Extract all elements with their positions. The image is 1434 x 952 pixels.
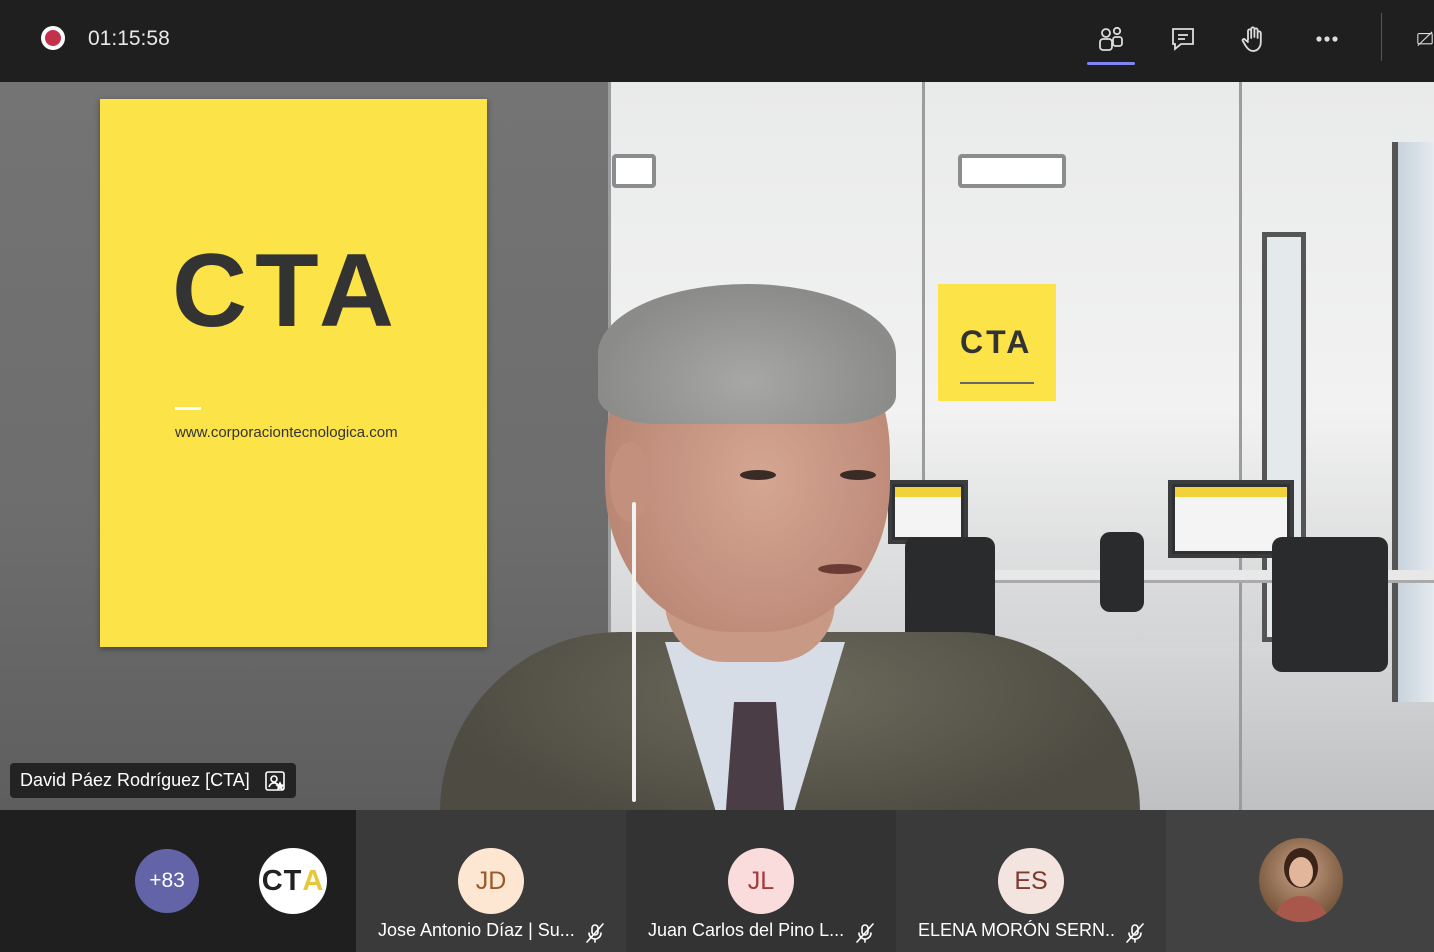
participant-name: Juan Carlos del Pino L... (648, 920, 844, 940)
toolbar-divider (1381, 13, 1382, 61)
office-window (1392, 142, 1434, 702)
participant-avatar: JL (728, 848, 794, 914)
people-icon (1099, 26, 1123, 51)
main-video-feed[interactable]: CTA CTA www.corporaciontecnologica.com D… (0, 82, 1434, 810)
chat-button[interactable] (1159, 20, 1207, 58)
recording-indicator-icon (41, 26, 65, 50)
ceiling-light (612, 154, 656, 188)
office-chair (1272, 537, 1388, 672)
more-actions-icon (1316, 36, 1338, 42)
speaker-video (400, 284, 1160, 810)
share-tray-icon (1417, 31, 1433, 46)
organizer-badge-icon (264, 770, 285, 791)
raise-hand-icon (1241, 26, 1262, 52)
participant-photo-avatar (1259, 838, 1343, 922)
org-avatar[interactable]: CT A (259, 848, 327, 914)
mic-off-icon (856, 923, 874, 943)
speaker-name: David Páez Rodríguez [CTA] (20, 770, 250, 790)
participant-name: ELENA MORÓN SERN... (918, 920, 1114, 940)
people-active-indicator (1087, 62, 1135, 65)
participant-tile[interactable] (1166, 810, 1434, 952)
participant-tile[interactable]: JD Jose Antonio Díaz | Su... (356, 810, 626, 952)
org-avatar-text: CT (261, 864, 303, 897)
overflow-participants-button[interactable]: +83 (135, 849, 199, 913)
mic-off-icon (1126, 923, 1144, 943)
chat-icon (1172, 28, 1194, 51)
ceiling-light (958, 154, 1066, 188)
glass-frame (1239, 82, 1242, 810)
participant-avatar: JD (458, 848, 524, 914)
meeting-timer: 01:15:58 (88, 27, 170, 50)
poster-dash (175, 407, 201, 410)
mic-off-icon (586, 923, 604, 943)
participant-name: Jose Antonio Díaz | Su... (378, 920, 574, 940)
participant-gallery: +83 CT A JD Jose Antonio Díaz | Su... JL … (0, 810, 1434, 952)
raise-hand-button[interactable] (1230, 20, 1278, 58)
meeting-top-bar: 01:15:58 (0, 0, 1434, 82)
people-button[interactable] (1087, 20, 1135, 58)
more-actions-button[interactable] (1303, 20, 1351, 58)
share-tray-button[interactable] (1410, 20, 1434, 58)
participant-tile[interactable]: ES ELENA MORÓN SERN... (896, 810, 1166, 952)
poster-url: www.corporaciontecnologica.com (175, 424, 398, 441)
org-avatar-accent: A (302, 864, 325, 897)
speaker-name-tag: David Páez Rodríguez [CTA] (10, 763, 296, 798)
participant-tile[interactable]: JL Juan Carlos del Pino L... (626, 810, 896, 952)
participant-avatar: ES (998, 848, 1064, 914)
poster-logo: CTA (172, 233, 403, 349)
